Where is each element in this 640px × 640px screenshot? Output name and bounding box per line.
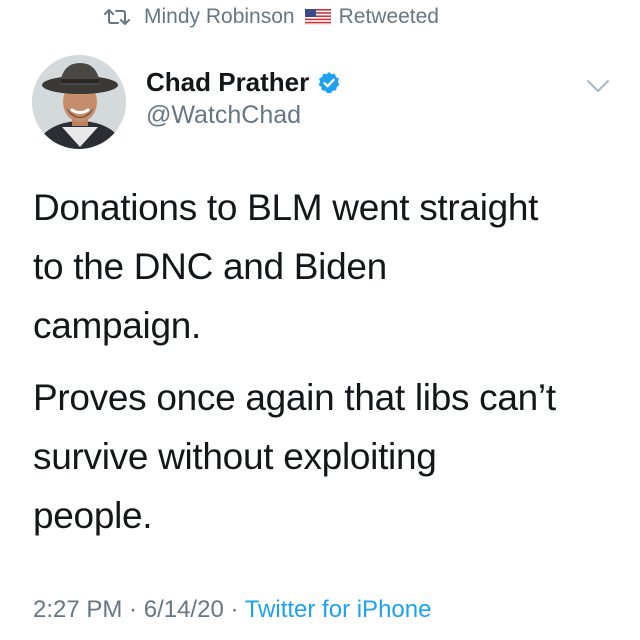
meta-separator: · bbox=[122, 596, 144, 623]
tweet-date[interactable]: 6/14/20 bbox=[144, 596, 224, 623]
profile-avatar[interactable] bbox=[32, 55, 126, 149]
tweet-paragraph-1: Donations to BLM went straight to the DN… bbox=[33, 187, 539, 346]
us-flag-icon bbox=[304, 9, 331, 25]
verified-badge-icon bbox=[318, 71, 340, 93]
author-name-row[interactable]: Chad Prather bbox=[146, 67, 341, 98]
tweet-paragraph-2: Proves once again that libs can’t surviv… bbox=[33, 377, 556, 536]
meta-separator: · bbox=[223, 596, 245, 623]
tweet-time[interactable]: 2:27 PM bbox=[33, 596, 122, 623]
author-display-name[interactable]: Chad Prather bbox=[146, 67, 309, 98]
tweet-source-link[interactable]: Twitter for iPhone bbox=[245, 596, 432, 623]
retweeter-name[interactable]: Mindy Robinson bbox=[144, 5, 295, 29]
retweet-context: Mindy Robinson Retweeted bbox=[104, 4, 439, 30]
retweet-icon bbox=[104, 9, 130, 25]
author-handle[interactable]: @WatchChad bbox=[146, 101, 301, 130]
tweet-text: Donations to BLM went straight to the DN… bbox=[33, 178, 623, 545]
avatar-image bbox=[32, 55, 126, 149]
tweet-meta: 2:27 PM · 6/14/20 · Twitter for iPhone bbox=[33, 596, 431, 624]
retweeted-label: Retweeted bbox=[338, 5, 439, 28]
chevron-down-icon[interactable] bbox=[586, 78, 610, 94]
